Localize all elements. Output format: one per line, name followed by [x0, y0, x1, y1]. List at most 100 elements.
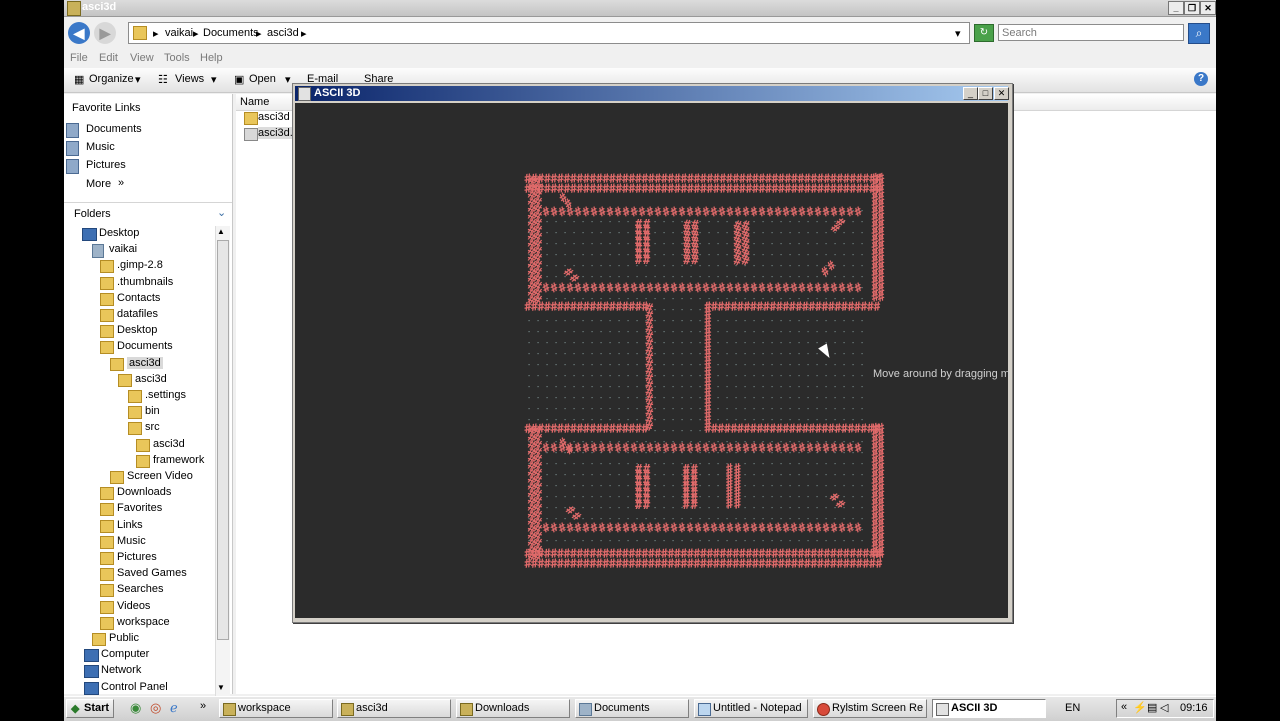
chevron-down-icon[interactable]: ▾ — [955, 27, 961, 40]
grid-glyph: - — [788, 471, 792, 479]
grid-glyph: - — [779, 471, 783, 479]
forward-button[interactable]: ▶ — [94, 22, 116, 44]
minimize-button[interactable]: _ — [963, 87, 978, 100]
search-button[interactable]: ⌕ — [1188, 23, 1210, 44]
open-icon: ▣ — [234, 73, 244, 86]
speaker-icon[interactable]: ◁ — [1160, 701, 1168, 714]
grid-glyph: - — [653, 218, 657, 226]
grid-glyph: - — [824, 317, 828, 325]
open-button[interactable]: Open — [249, 73, 276, 85]
explorer-titlebar[interactable]: asci3d _ ❐ ✕ — [64, 0, 1216, 17]
breadcrumb-vaikai[interactable]: vaikai — [165, 27, 193, 39]
chevron-right-icon: ▸ — [193, 27, 199, 40]
ascii3d-titlebar[interactable]: ASCII 3D _ □ ✕ — [295, 86, 1009, 101]
search-input[interactable]: Search — [998, 24, 1184, 41]
close-button[interactable]: ✕ — [994, 87, 1009, 100]
menu-help[interactable]: Help — [200, 52, 223, 64]
taskbar-downloads[interactable]: Downloads — [456, 699, 570, 718]
refresh-button[interactable]: ↻ — [974, 24, 994, 42]
grid-glyph: - — [752, 262, 756, 270]
scroll-down-icon[interactable]: ▼ — [217, 683, 225, 692]
grid-glyph: - — [572, 383, 576, 391]
tree-item-label: workspace — [117, 616, 170, 628]
double-chevron-icon[interactable]: « — [1121, 701, 1127, 713]
grid-glyph: - — [842, 328, 846, 336]
double-chevron-icon[interactable]: » — [200, 700, 206, 712]
menu-file[interactable]: File — [70, 52, 88, 64]
grid-glyph: - — [554, 317, 558, 325]
views-button[interactable]: Views — [175, 73, 204, 85]
grid-glyph: - — [554, 482, 558, 490]
grid-glyph: - — [563, 317, 567, 325]
grid-glyph: - — [617, 460, 621, 468]
grid-glyph: - — [797, 482, 801, 490]
taskbar-workspace[interactable]: workspace — [219, 699, 333, 718]
grid-glyph: - — [734, 361, 738, 369]
grid-glyph: - — [653, 460, 657, 468]
grid-glyph: - — [662, 251, 666, 259]
folders-header[interactable]: Folders — [74, 208, 111, 220]
restore-button[interactable]: ❐ — [1184, 1, 1200, 15]
taskbar-ascii3d[interactable]: ASCII 3D — [932, 699, 1046, 718]
grid-glyph: - — [761, 471, 765, 479]
taskbar-screen-recorder[interactable]: Rylstim Screen Re... — [813, 699, 927, 718]
taskbar-asci3d[interactable]: asci3d — [337, 699, 451, 718]
tree-item-label: Music — [117, 535, 146, 547]
grid-glyph: - — [824, 361, 828, 369]
column-name[interactable]: Name — [240, 96, 269, 108]
browser-icon[interactable]: ◎ — [150, 700, 161, 716]
favorite-documents[interactable]: Documents — [66, 122, 226, 138]
organize-button[interactable]: Organize — [89, 73, 134, 85]
more-link[interactable]: More — [86, 178, 111, 190]
tree-item-label: Pictures — [117, 551, 157, 563]
back-button[interactable]: ◀ — [68, 22, 90, 44]
grid-glyph: - — [779, 372, 783, 380]
menu-view[interactable]: View — [130, 52, 154, 64]
close-button[interactable]: ✕ — [1200, 1, 1216, 15]
grid-glyph: - — [545, 460, 549, 468]
breadcrumb-documents[interactable]: Documents — [203, 27, 259, 39]
taskbar-notepad[interactable]: Untitled - Notepad — [694, 699, 808, 718]
grid-glyph: - — [590, 383, 594, 391]
address-bar[interactable]: ▸ vaikai ▸ Documents ▸ asci3d ▸ ▾ — [128, 22, 970, 44]
language-indicator[interactable]: EN — [1065, 702, 1080, 714]
menu-edit[interactable]: Edit — [99, 52, 118, 64]
network-tray-icon[interactable]: ⚡ — [1133, 701, 1147, 714]
ascii3d-canvas[interactable]: - - - - - - - - - - - - - - - - - - - - - - - - - - - - - - - - - - - - - - - -… — [295, 103, 1010, 618]
grid-glyph: - — [842, 240, 846, 248]
menu-tools[interactable]: Tools — [164, 52, 190, 64]
grid-glyph: - — [599, 394, 603, 402]
grid-glyph: - — [770, 251, 774, 259]
scrollbar-thumb[interactable] — [217, 240, 229, 640]
start-button[interactable]: ◆ Start — [66, 699, 114, 718]
clipboard-icon[interactable]: ▤ — [1147, 701, 1157, 714]
ie-icon[interactable]: ℯ — [170, 700, 178, 716]
tree-item-label: .thumbnails — [117, 276, 173, 288]
chevron-down-icon[interactable]: ⌄ — [217, 206, 226, 219]
favorite-music[interactable]: Music — [66, 140, 226, 156]
grid-glyph: - — [815, 537, 819, 545]
grid-glyph: - — [572, 317, 576, 325]
grid-glyph: - — [563, 383, 567, 391]
taskbar-documents[interactable]: Documents — [575, 699, 689, 718]
grid-glyph: - — [545, 339, 549, 347]
grid-glyph: - — [617, 251, 621, 259]
grid-glyph: - — [635, 317, 639, 325]
menu-bar: File Edit View Tools Help — [64, 50, 1216, 68]
grid-glyph: - — [635, 361, 639, 369]
maximize-button[interactable]: □ — [978, 87, 993, 100]
grid-glyph: - — [644, 273, 648, 281]
grid-glyph: - — [770, 460, 774, 468]
help-icon[interactable]: ? — [1194, 72, 1208, 86]
favorite-pictures[interactable]: Pictures — [66, 158, 226, 174]
grid-glyph: - — [689, 372, 693, 380]
folder-icon — [100, 341, 114, 355]
windows-logo-icon: ◆ — [71, 702, 79, 715]
breadcrumb-asci3d[interactable]: asci3d — [267, 27, 299, 39]
grid-glyph: - — [689, 394, 693, 402]
tree-item-label: vaikai — [109, 243, 137, 255]
grid-glyph: - — [617, 317, 621, 325]
chrome-icon[interactable]: ◉ — [130, 700, 141, 716]
minimize-button[interactable]: _ — [1168, 1, 1184, 15]
scroll-up-icon[interactable]: ▲ — [217, 227, 225, 236]
